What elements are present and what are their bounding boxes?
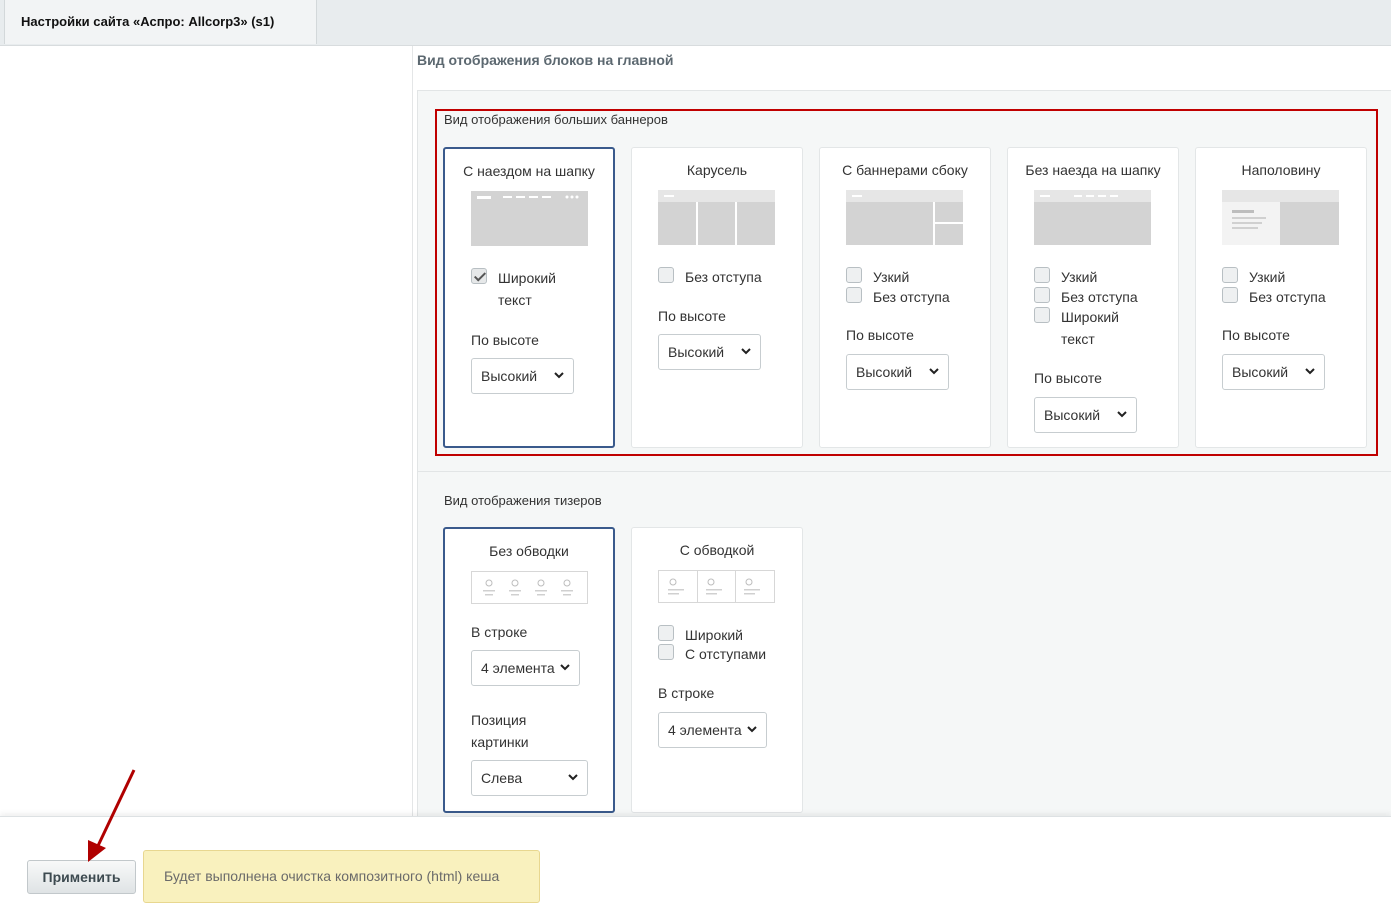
settings-content: Вид отображения блоков на главной Вид от… <box>4 46 1391 820</box>
checkbox-label: Без отступа <box>1249 289 1326 305</box>
image-position-label: Позиция картинки <box>471 712 529 750</box>
height-label: По высоте <box>846 327 914 343</box>
chevron-down-icon <box>560 664 570 671</box>
checkbox-label: Без отступа <box>685 269 762 285</box>
chevron-down-icon <box>1117 411 1127 418</box>
teaser-option-with-border[interactable]: С обводкой Широкий С отступами В строке … <box>631 527 803 813</box>
checkbox-label: Широкий текст <box>1061 309 1119 347</box>
red-arrow-annotation <box>88 769 136 862</box>
checkbox-label: Узкий <box>873 269 910 285</box>
height-select[interactable]: Высокий <box>1222 354 1325 390</box>
checkbox-icon[interactable] <box>658 625 674 641</box>
teaser-preview-image <box>471 571 588 604</box>
banner-option-half[interactable]: Наполовину Узкий Без отступа По высоте В… <box>1195 147 1367 448</box>
banner-preview-image <box>1222 190 1339 245</box>
banner-preview-image <box>471 191 588 246</box>
checkbox-label: Узкий <box>1249 269 1286 285</box>
checkbox-icon[interactable] <box>1034 267 1050 283</box>
height-label: По высоте <box>1222 327 1290 343</box>
chevron-down-icon <box>741 348 751 355</box>
teaser-option-no-border[interactable]: Без обводки В строке 4 элемента Позиция к… <box>443 527 615 813</box>
chevron-down-icon <box>929 368 939 375</box>
panel-divider <box>418 471 1391 472</box>
height-select[interactable]: Высокий <box>471 358 574 394</box>
banner-option-no-overlap[interactable]: Без наезда на шапку Узкий Без отступа Ши… <box>1007 147 1179 448</box>
cache-notice: Будет выполнена очистка композитного (ht… <box>143 850 540 903</box>
chevron-down-icon <box>554 372 564 379</box>
height-label: По высоте <box>658 308 726 324</box>
checkbox-checked-icon[interactable] <box>471 268 487 284</box>
checkbox-icon[interactable] <box>846 267 862 283</box>
checkbox-icon[interactable] <box>1222 267 1238 283</box>
height-select[interactable]: Высокий <box>846 354 949 390</box>
checkbox-icon[interactable] <box>658 644 674 660</box>
chevron-down-icon <box>568 774 578 781</box>
checkbox-icon[interactable] <box>1034 287 1050 303</box>
banner-preview-image <box>658 190 775 245</box>
checkbox-label: Узкий <box>1061 269 1098 285</box>
per-row-label: В строке <box>658 685 715 701</box>
per-row-label: В строке <box>471 624 528 640</box>
footer-bar: Применить Будет выполнена очистка композ… <box>0 816 1391 915</box>
banner-preview-image <box>1034 190 1151 245</box>
card-title: С обводкой <box>679 542 755 558</box>
checkbox-label: С отступами <box>685 646 767 662</box>
height-label: По высоте <box>1034 370 1102 386</box>
checkbox-label: Без отступа <box>1061 289 1138 305</box>
left-column-divider <box>412 46 413 816</box>
teaser-preview-image <box>658 570 775 603</box>
card-title: Без наезда на шапку <box>1025 162 1161 178</box>
tab-site-settings[interactable]: Настройки сайта «Аспро: Allcorp3» (s1) <box>4 0 317 44</box>
banner-preview-image <box>846 190 963 245</box>
chevron-down-icon <box>747 726 757 733</box>
height-label: По высоте <box>471 332 539 348</box>
card-title: С наездом на шапку <box>463 163 595 179</box>
checkbox-label: Широкий текст <box>498 270 556 308</box>
image-position-select[interactable]: Слева <box>471 760 588 796</box>
banner-option-side-banners[interactable]: С баннерами сбоку Узкий Без отступа По в… <box>819 147 991 448</box>
tab-bar: Настройки сайта «Аспро: Allcorp3» (s1) <box>0 0 1391 46</box>
card-title: Без обводки <box>489 543 569 559</box>
card-title: Карусель <box>686 162 748 178</box>
section-title: Вид отображения блоков на главной <box>417 52 674 68</box>
per-row-select[interactable]: 4 элемента <box>658 712 767 748</box>
checkbox-icon[interactable] <box>846 287 862 303</box>
banner-option-overlap-header[interactable]: С наездом на шапку Широкий текст По высот… <box>443 147 615 448</box>
teasers-group-title: Вид отображения тизеров <box>444 493 602 508</box>
height-select[interactable]: Высокий <box>1034 397 1137 433</box>
checkbox-icon[interactable] <box>1034 307 1050 323</box>
height-select[interactable]: Высокий <box>658 334 761 370</box>
checkbox-icon[interactable] <box>1222 287 1238 303</box>
checkbox-label: Без отступа <box>873 289 950 305</box>
card-title: С баннерами сбоку <box>842 162 968 178</box>
banner-option-carousel[interactable]: Карусель Без отступа По высоте Высокий <box>631 147 803 448</box>
per-row-select[interactable]: 4 элемента <box>471 650 580 686</box>
checkbox-icon[interactable] <box>658 267 674 283</box>
card-title: Наполовину <box>1241 162 1321 178</box>
chevron-down-icon <box>1305 368 1315 375</box>
